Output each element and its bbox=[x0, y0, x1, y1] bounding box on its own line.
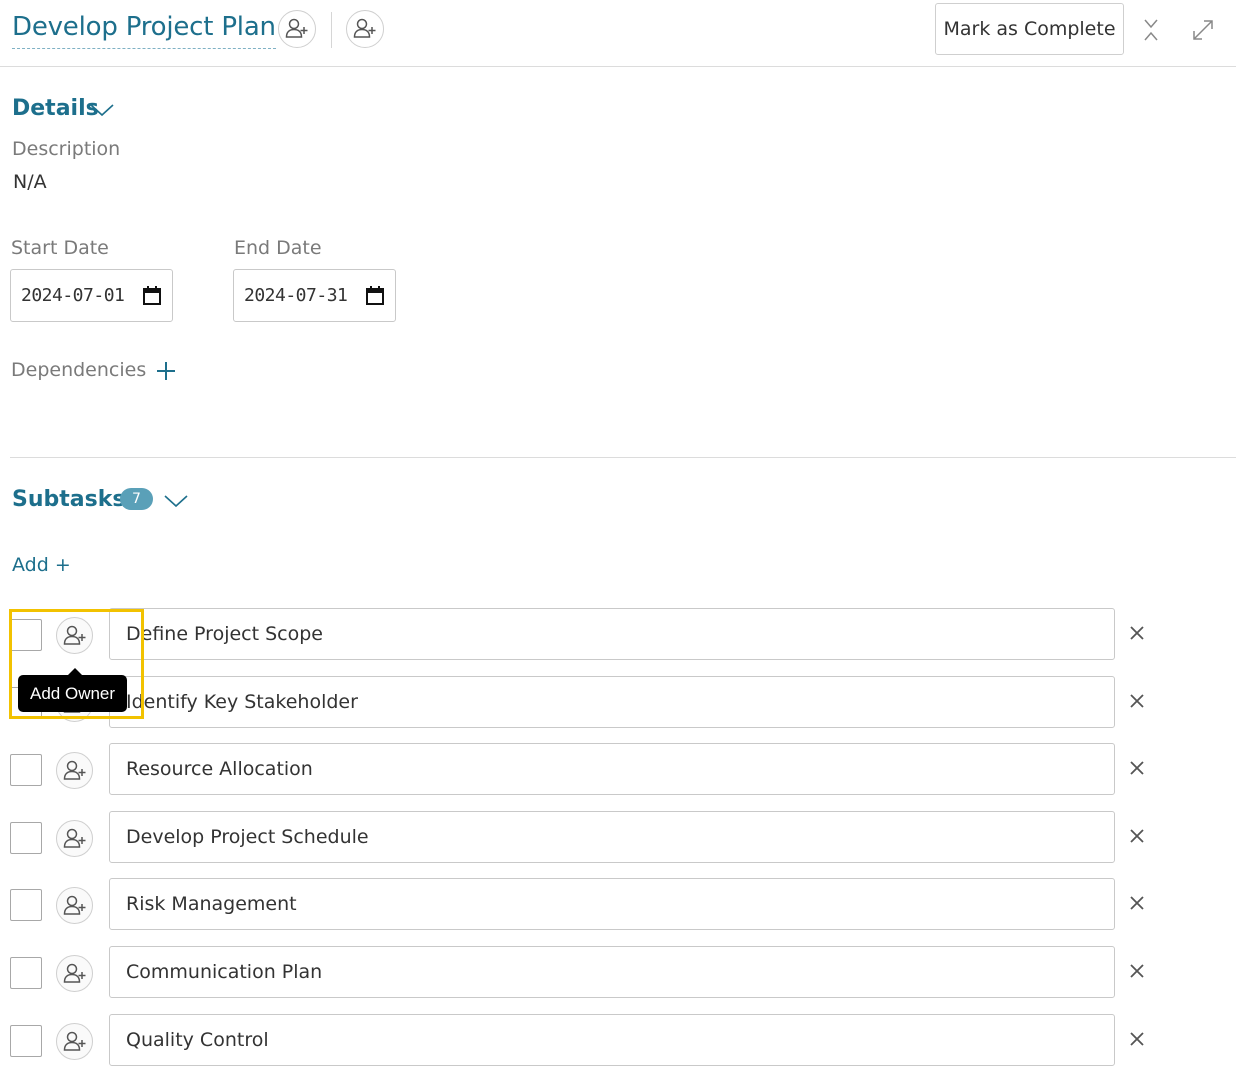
subtask-name-input[interactable]: Quality Control bbox=[109, 1014, 1115, 1066]
subtask-checkbox[interactable] bbox=[10, 754, 42, 786]
expand-icon[interactable] bbox=[1189, 16, 1217, 44]
subtask-add-owner-button[interactable] bbox=[56, 820, 93, 857]
subtask-name-input[interactable]: Define Project Scope bbox=[109, 608, 1115, 660]
remove-subtask-close-icon[interactable] bbox=[1127, 1029, 1147, 1049]
subtask-row: Quality Control bbox=[0, 1014, 1236, 1070]
remove-subtask-close-icon[interactable] bbox=[1127, 826, 1147, 846]
end-date-label: End Date bbox=[234, 237, 322, 259]
collapse-icon[interactable] bbox=[1137, 16, 1165, 44]
subtask-checkbox[interactable] bbox=[10, 1025, 42, 1057]
add-owner-icon bbox=[63, 828, 85, 848]
add-subtask-link[interactable]: Add + bbox=[12, 554, 71, 576]
subtask-add-owner-button[interactable] bbox=[56, 617, 93, 654]
add-owner-icon bbox=[63, 895, 85, 915]
subtasks-section-title[interactable]: Subtasks bbox=[12, 487, 125, 513]
calendar-icon[interactable] bbox=[142, 285, 162, 307]
end-date-value: 2024-07-31 bbox=[244, 285, 348, 306]
add-owner-button[interactable] bbox=[278, 10, 316, 48]
subtask-count-badge: 7 bbox=[120, 488, 153, 510]
description-label: Description bbox=[12, 138, 121, 160]
start-date-input[interactable]: 2024-07-01 bbox=[10, 269, 173, 322]
chevron-down-icon[interactable] bbox=[164, 494, 188, 508]
subtask-add-owner-button[interactable] bbox=[56, 887, 93, 924]
details-section-title[interactable]: Details bbox=[12, 96, 99, 122]
add-owner-tooltip: Add Owner bbox=[18, 668, 128, 712]
subtask-row: Develop Project Schedule bbox=[0, 811, 1236, 867]
subtask-add-owner-button[interactable] bbox=[56, 752, 93, 789]
chevron-down-icon[interactable] bbox=[90, 103, 114, 117]
add-follower-icon bbox=[353, 18, 376, 38]
remove-subtask-close-icon[interactable] bbox=[1127, 691, 1147, 711]
subtask-name-input[interactable]: Risk Management bbox=[109, 878, 1115, 930]
remove-subtask-close-icon[interactable] bbox=[1127, 893, 1147, 913]
remove-subtask-close-icon[interactable] bbox=[1127, 961, 1147, 981]
subtask-row: Communication Plan bbox=[0, 946, 1236, 1002]
subtask-add-owner-button[interactable] bbox=[56, 955, 93, 992]
add-owner-icon bbox=[63, 963, 85, 983]
task-header: Develop Project Plan Mark as Complete bbox=[0, 0, 1236, 67]
add-owner-icon bbox=[63, 760, 85, 780]
subtask-row: Identify Key Stakeholder bbox=[0, 676, 1236, 732]
description-value[interactable]: N/A bbox=[13, 171, 47, 193]
start-date-value: 2024-07-01 bbox=[21, 285, 125, 306]
start-date-label: Start Date bbox=[11, 237, 109, 259]
subtask-name-input[interactable]: Identify Key Stakeholder bbox=[109, 676, 1115, 728]
add-dependency-plus-icon[interactable] bbox=[155, 360, 177, 382]
subtask-add-owner-button[interactable] bbox=[56, 1023, 93, 1060]
add-follower-button[interactable] bbox=[346, 10, 384, 48]
header-divider bbox=[331, 12, 332, 48]
end-date-input[interactable]: 2024-07-31 bbox=[233, 269, 396, 322]
subtask-row: Resource Allocation bbox=[0, 743, 1236, 799]
subtask-name-input[interactable]: Develop Project Schedule bbox=[109, 811, 1115, 863]
subtask-checkbox[interactable] bbox=[10, 957, 42, 989]
subtask-row: Risk Management bbox=[0, 878, 1236, 934]
subtask-name-input[interactable]: Resource Allocation bbox=[109, 743, 1115, 795]
remove-subtask-close-icon[interactable] bbox=[1127, 758, 1147, 778]
mark-complete-button[interactable]: Mark as Complete bbox=[935, 3, 1124, 55]
subtask-checkbox[interactable] bbox=[10, 619, 42, 651]
section-divider bbox=[10, 457, 1236, 458]
subtask-checkbox[interactable] bbox=[10, 822, 42, 854]
add-owner-icon bbox=[63, 1031, 85, 1051]
add-owner-icon bbox=[285, 18, 308, 38]
add-owner-icon bbox=[63, 625, 85, 645]
calendar-icon[interactable] bbox=[365, 285, 385, 307]
task-title[interactable]: Develop Project Plan bbox=[12, 12, 276, 49]
dependencies-label: Dependencies bbox=[11, 359, 147, 381]
subtask-checkbox[interactable] bbox=[10, 889, 42, 921]
subtask-name-input[interactable]: Communication Plan bbox=[109, 946, 1115, 998]
remove-subtask-close-icon[interactable] bbox=[1127, 623, 1147, 643]
subtask-row: Define Project Scope bbox=[0, 608, 1236, 664]
